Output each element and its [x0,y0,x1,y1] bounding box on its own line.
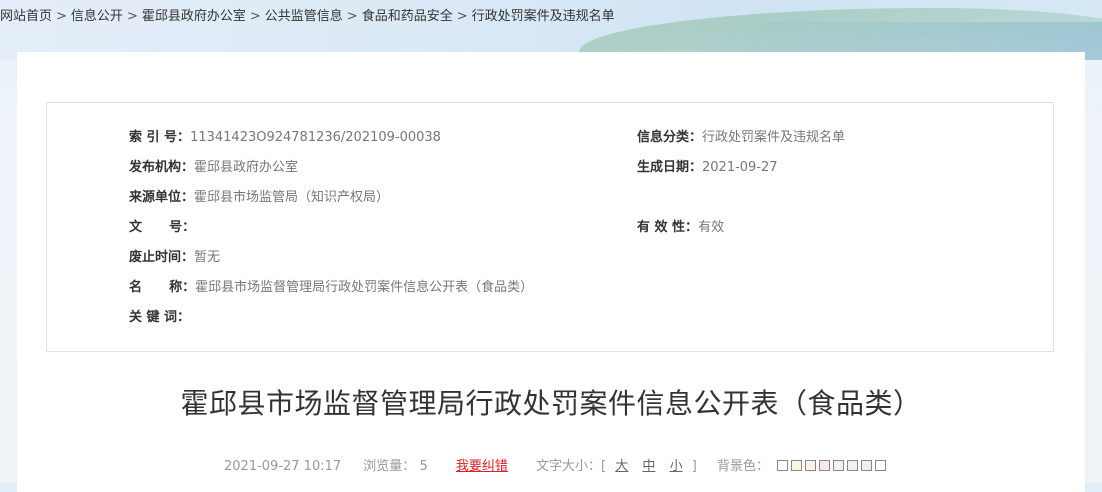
breadcrumb-separator: > [126,9,138,24]
background-color-swatch[interactable] [833,460,845,471]
background-color-swatch[interactable] [875,460,887,471]
meta-validity-value: 有效 [698,220,725,235]
meta-date-label: 生成日期： [637,160,703,175]
background-color-swatch[interactable] [805,460,817,471]
meta-index-value: 11341423O924781236/202109-00038 [190,130,441,145]
views-count: 5 [419,458,428,474]
meta-validity-label: 有 效 性： [637,220,699,235]
font-size-label: 文字大小：[ [536,458,607,474]
meta-source-value: 霍邱县市场监管局（知识产权局） [194,190,390,205]
background-color-swatch[interactable] [819,460,831,471]
breadcrumb-separator: > [456,9,468,24]
background-color-swatch[interactable] [861,460,873,471]
breadcrumb-separator: > [249,9,261,24]
views-label: 浏览量： [363,458,416,474]
background-color-swatch[interactable] [791,460,803,471]
background-color-swatch[interactable] [777,460,789,471]
meta-expire-label: 废止时间： [129,250,195,265]
meta-expire-row: 废止时间：暂无 [129,248,220,268]
meta-source-row: 来源单位：霍邱县市场监管局（知识产权局） [129,188,389,208]
meta-index-label: 索 引 号： [129,130,191,145]
breadcrumb-penalty-cases[interactable]: 行政处罚案件及违规名单 [472,9,615,24]
breadcrumb-separator: > [346,9,358,24]
meta-docno-label: 文 号： [129,220,196,235]
breadcrumb-separator: > [56,9,67,24]
breadcrumb: 网站首页 > 信息公开 > 霍邱县政府办公室 > 公共监管信息 > 食品和药品安全 > 行政处罚案件… [0,6,615,28]
document-metadata-box: 索 引 号：11341423O924781236/202109-00038 信息… [46,102,1054,352]
meta-publisher-row: 发布机构：霍邱县政府办公室 [129,158,298,178]
report-error-link[interactable]: 我要纠错 [456,457,508,477]
breadcrumb-food-drug-safety[interactable]: 食品和药品安全 [362,9,453,24]
meta-source-label: 来源单位： [129,190,195,205]
font-size-close: ] [691,458,697,474]
background-color-swatch[interactable] [847,460,859,471]
meta-keywords-row: 关 键 词： [129,308,190,328]
breadcrumb-home[interactable]: 网站首页 [0,9,52,24]
publish-datetime: 2021-09-27 10:17 [224,458,342,474]
meta-name-row: 名 称：霍邱县市场监督管理局行政处罚案件信息公开表（食品类） [129,278,533,298]
meta-publisher-value: 霍邱县政府办公室 [194,160,299,175]
meta-category-label: 信息分类： [637,130,703,145]
font-size-medium-button[interactable]: 中 [642,457,655,477]
article-info-bar: 2021-09-27 10:17 浏览量： 5 我要纠错 文字大小：[ 大 中 … [224,456,889,476]
meta-date-row: 生成日期：2021-09-27 [637,158,778,178]
breadcrumb-info-public[interactable]: 信息公开 [71,9,123,24]
font-size-large-button[interactable]: 大 [615,457,628,477]
meta-validity-row: 有 效 性：有效 [637,218,724,238]
breadcrumb-public-supervision[interactable]: 公共监管信息 [265,9,343,24]
meta-expire-value: 暂无 [194,250,221,265]
meta-category-row: 信息分类：行政处罚案件及违规名单 [637,128,845,148]
meta-date-value: 2021-09-27 [702,160,778,175]
meta-index-row: 索 引 号：11341423O924781236/202109-00038 [129,128,441,148]
article-title: 霍邱县市场监督管理局行政处罚案件信息公开表（食品类） [180,387,922,420]
font-size-small-button[interactable]: 小 [670,457,683,477]
background-color-label: 背景色： [716,458,769,474]
meta-docno-row: 文 号： [129,218,195,238]
meta-keywords-label: 关 键 词： [129,310,191,325]
meta-category-value: 行政处罚案件及违规名单 [702,130,846,145]
meta-publisher-label: 发布机构： [129,160,195,175]
content-panel: 索 引 号：11341423O924781236/202109-00038 信息… [17,52,1085,492]
meta-name-label: 名 称： [129,280,196,295]
meta-name-value: 霍邱县市场监督管理局行政处罚案件信息公开表（食品类） [195,280,534,295]
background-color-swatches [777,456,889,476]
breadcrumb-gov-office[interactable]: 霍邱县政府办公室 [142,9,246,24]
